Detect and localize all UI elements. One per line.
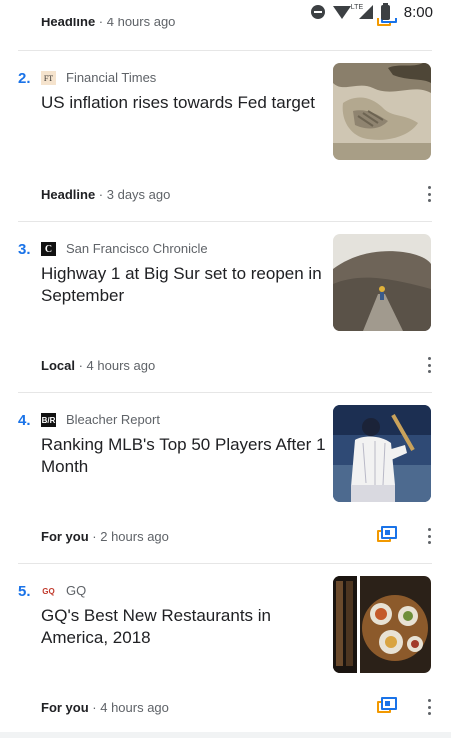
story-category[interactable]: For you — [41, 529, 89, 544]
story-thumbnail[interactable] — [333, 234, 431, 331]
battery-icon — [380, 2, 390, 20]
story-headline[interactable]: Highway 1 at Big Sur set to reopen in Se… — [41, 263, 326, 307]
san-francisco-chronicle-logo-icon: C — [41, 242, 56, 256]
story-thumbnail[interactable] — [333, 63, 431, 160]
baseball-player-photo — [333, 405, 431, 502]
story-meta: Local · 4 hours ago — [41, 358, 156, 373]
cellular-signal-icon: LTE — [351, 4, 373, 19]
story-category[interactable]: Local — [41, 358, 75, 373]
story-card[interactable]: 2. FT Financial Times US inflation rises… — [0, 63, 451, 240]
story-rank: 2. — [18, 70, 31, 87]
bottom-edge — [0, 732, 451, 738]
story-source[interactable]: GQ — [66, 583, 86, 598]
restaurant-food-photo — [333, 576, 431, 673]
story-source[interactable]: San Francisco Chronicle — [66, 241, 208, 256]
network-type: LTE — [350, 4, 364, 11]
more-options-icon[interactable] — [422, 185, 436, 203]
story-headline[interactable]: Ranking MLB's Top 50 Players After 1 Mon… — [41, 434, 326, 478]
more-options-icon[interactable] — [422, 356, 436, 374]
story-source[interactable]: Financial Times — [66, 70, 156, 85]
status-time: 8:00 — [403, 3, 433, 21]
story-rank: 3. — [18, 241, 31, 258]
story-rank: 4. — [18, 412, 31, 429]
full-coverage-icon[interactable] — [377, 697, 397, 713]
divider — [18, 563, 432, 564]
story-rank: 5. — [18, 583, 31, 600]
eagle-sculpture-photo — [333, 63, 431, 160]
story-source[interactable]: Bleacher Report — [66, 412, 160, 427]
story-card[interactable]: 3. C San Francisco Chronicle Highway 1 a… — [0, 234, 451, 411]
story-card[interactable]: 4. B/R Bleacher Report Ranking MLB's Top… — [0, 405, 451, 582]
divider — [18, 392, 432, 393]
wifi-icon — [332, 5, 351, 19]
story-time: 3 days ago — [106, 187, 171, 202]
more-options-icon[interactable] — [422, 698, 436, 716]
story-headline[interactable]: US inflation rises towards Fed target — [41, 92, 326, 114]
highway-hillside-photo — [333, 234, 431, 331]
status-bar: LTE 8:00 — [0, 0, 451, 24]
divider — [18, 221, 432, 222]
full-coverage-icon[interactable] — [377, 526, 397, 542]
bleacher-report-logo-icon: B/R — [41, 413, 56, 427]
story-meta: Headline · 3 days ago — [41, 187, 171, 202]
divider — [18, 50, 432, 51]
story-time: 4 hours ago — [100, 700, 169, 715]
gq-logo-icon: GQ — [42, 586, 55, 596]
story-meta: For you · 2 hours ago — [41, 529, 169, 544]
more-options-icon[interactable] — [422, 527, 436, 545]
do-not-disturb-icon — [310, 5, 325, 19]
story-headline[interactable]: GQ's Best New Restaurants in America, 20… — [41, 605, 326, 649]
story-meta: For you · 4 hours ago — [41, 700, 169, 715]
story-time: 2 hours ago — [100, 529, 169, 544]
story-thumbnail[interactable] — [333, 405, 431, 502]
story-category[interactable]: Headline — [41, 187, 95, 202]
financial-times-logo-icon: FT — [41, 71, 56, 85]
story-time: 4 hours ago — [86, 358, 156, 373]
story-category[interactable]: For you — [41, 700, 89, 715]
story-thumbnail[interactable] — [333, 576, 431, 673]
story-card[interactable]: 5. GQ GQ GQ's Best New Restaurants in Am… — [0, 576, 451, 738]
